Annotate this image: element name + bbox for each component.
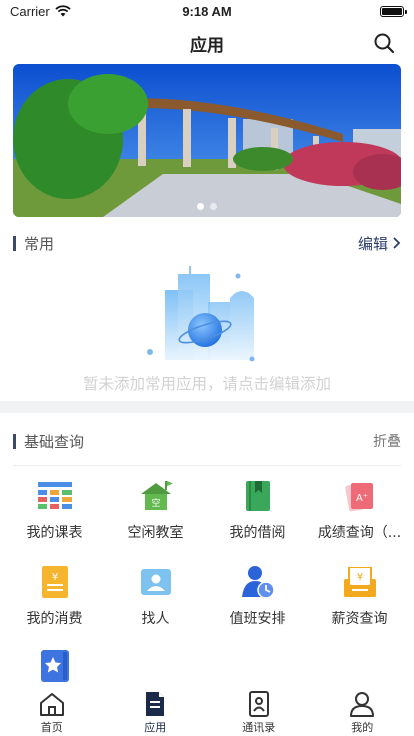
svg-text:¥: ¥ xyxy=(51,572,57,583)
tab-bar: 首页 应用 通讯录 我的 xyxy=(0,686,414,736)
salary-icon: ¥ xyxy=(343,567,376,597)
svg-text:空: 空 xyxy=(151,497,160,509)
app-label: 我的课表 xyxy=(26,525,83,541)
edit-label: 编辑 xyxy=(357,234,388,253)
app-label: 我的消费 xyxy=(26,611,83,627)
app-label: 成绩查询（... xyxy=(317,525,402,541)
tab-apps[interactable]: 应用 xyxy=(104,686,208,736)
grade-icon: A⁺ xyxy=(344,482,373,512)
star-card-icon xyxy=(40,650,69,682)
chevron-right-icon xyxy=(393,237,401,249)
empty-message: 暂未添加常用应用，请点击编辑添加 xyxy=(82,375,331,393)
tab-label: 首页 xyxy=(40,721,63,734)
search-icon[interactable] xyxy=(372,31,396,55)
edit-button[interactable]: 编辑 xyxy=(358,233,401,254)
nav-bar: 应用 xyxy=(0,22,414,64)
app-label: 薪资查询 xyxy=(331,611,388,627)
carousel-dot[interactable] xyxy=(197,203,204,210)
common-section-title: 常用 xyxy=(13,233,54,254)
app-consumption[interactable]: ¥ 我的消费 xyxy=(3,564,106,644)
battery-icon xyxy=(380,5,407,17)
tab-home[interactable]: 首页 xyxy=(0,686,104,736)
section-divider xyxy=(0,401,414,413)
home-icon xyxy=(39,693,64,716)
app-duty-schedule[interactable]: 值班安排 xyxy=(206,564,309,644)
tab-contacts[interactable]: 通讯录 xyxy=(207,686,311,736)
basic-section-header: 基础查询 折叠 xyxy=(13,431,401,451)
app-classroom[interactable]: 空 空闲教室 xyxy=(104,478,207,558)
app-find-person[interactable]: 找人 xyxy=(104,564,207,644)
find-person-icon xyxy=(140,569,171,595)
fold-button[interactable]: 折叠 xyxy=(373,431,401,451)
wifi-icon xyxy=(55,5,71,17)
duty-schedule-icon xyxy=(241,566,274,599)
app-timetable[interactable]: 我的课表 xyxy=(3,478,106,558)
carrier-label: Carrier xyxy=(10,3,50,19)
tab-label: 应用 xyxy=(144,721,167,734)
app-label: 我的借阅 xyxy=(229,525,286,541)
tab-profile[interactable]: 我的 xyxy=(311,686,414,736)
divider xyxy=(13,465,401,466)
tab-label: 我的 xyxy=(351,721,374,734)
timetable-icon xyxy=(37,482,72,509)
contacts-icon xyxy=(248,691,269,717)
svg-text:¥: ¥ xyxy=(356,572,362,583)
basic-section-title: 基础查询 xyxy=(13,431,84,452)
carousel-dots xyxy=(13,203,401,210)
app-label: 空闲教室 xyxy=(127,525,184,541)
app-label: 找人 xyxy=(141,611,170,627)
banner-carousel[interactable] xyxy=(13,64,401,217)
apps-icon xyxy=(146,692,165,716)
carousel-dot[interactable] xyxy=(210,203,217,210)
app-borrow[interactable]: 我的借阅 xyxy=(206,478,309,558)
app-label: 值班安排 xyxy=(229,611,286,627)
svg-text:A⁺: A⁺ xyxy=(355,493,367,504)
book-icon xyxy=(245,481,270,511)
classroom-icon: 空 xyxy=(140,481,173,510)
consumption-icon: ¥ xyxy=(41,566,68,598)
profile-icon xyxy=(350,692,375,717)
app-salary[interactable]: ¥ 薪资查询 xyxy=(308,564,411,644)
empty-city-illustration xyxy=(147,266,255,362)
banner-image xyxy=(13,64,401,217)
common-section-header: 常用 编辑 xyxy=(13,233,401,253)
tab-label: 通讯录 xyxy=(242,721,276,734)
page-title: 应用 xyxy=(190,35,224,56)
status-bar: Carrier 9:18 AM xyxy=(0,0,414,22)
app-grade[interactable]: A⁺ 成绩查询（... xyxy=(308,478,411,558)
